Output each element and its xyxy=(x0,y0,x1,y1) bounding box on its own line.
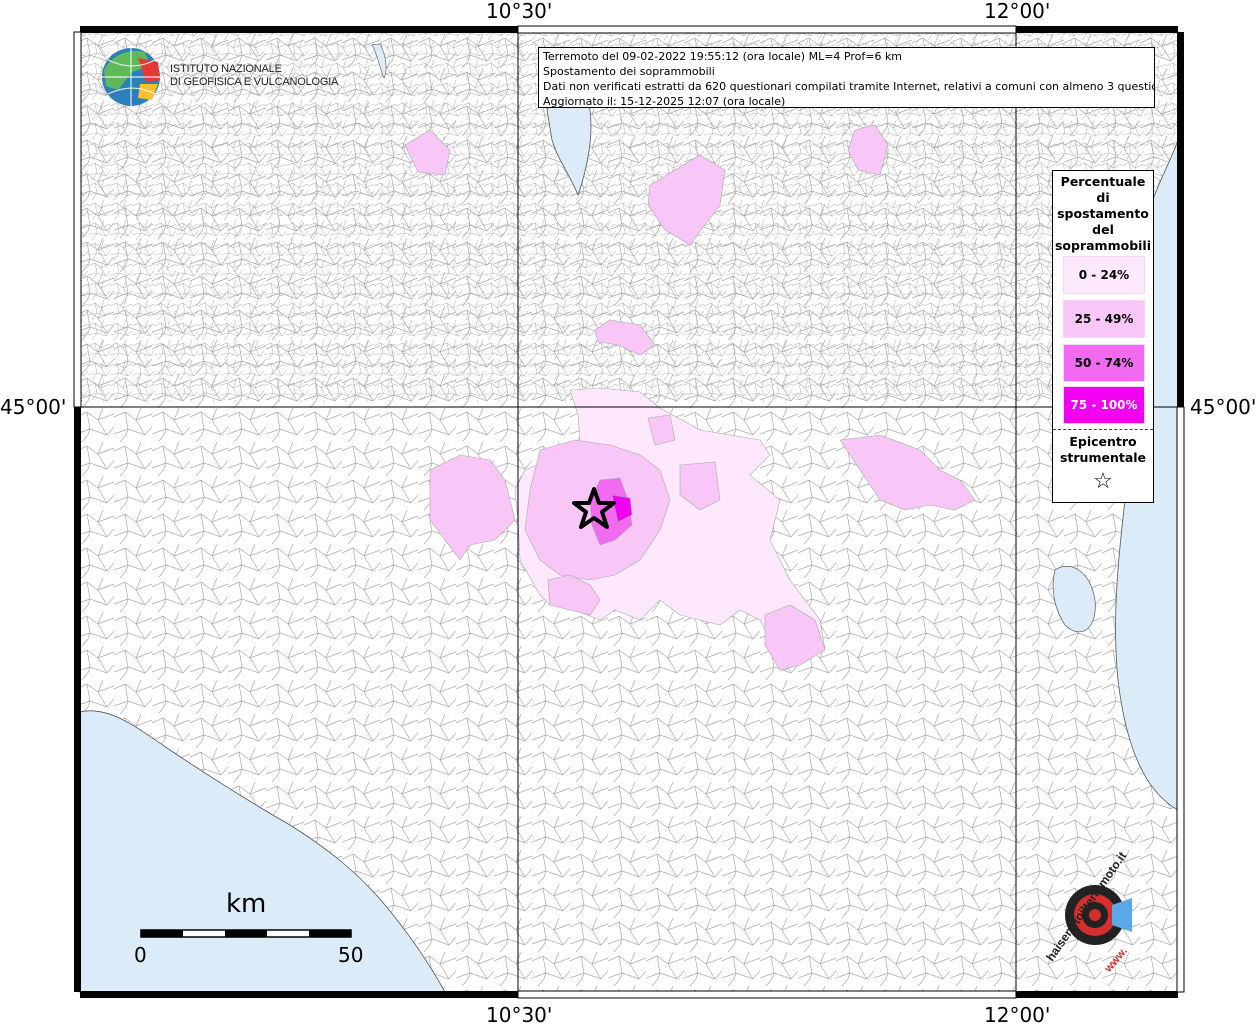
lon-label-bottom-1030: 10°30' xyxy=(486,1003,553,1027)
legend-epicenter-line: strumentale xyxy=(1059,450,1147,465)
legend-title-line: soprammobili xyxy=(1054,238,1151,253)
legend-item-75-100: 75 - 100% xyxy=(1063,386,1145,424)
lat-label-left-4500: 45°00' xyxy=(0,395,67,419)
event-info-line4: Aggiornato il: 15-12-2025 12:07 (ora loc… xyxy=(543,95,786,108)
scale-end: 50 xyxy=(338,943,364,967)
legend-item-25-49: 25 - 49% xyxy=(1063,300,1145,338)
legend-item-50-74: 50 - 74% xyxy=(1063,344,1145,382)
ingv-logo-line2: DI GEOFISICA E VULCANOLOGIA xyxy=(170,76,339,88)
legend-star-icon: ☆ xyxy=(1093,469,1113,494)
scale-unit: km xyxy=(226,889,267,919)
event-info-line1: Terremoto del 09-02-2022 19:55:12 (ora l… xyxy=(543,50,903,63)
legend-epicenter-label: Epicentro strumentale xyxy=(1053,434,1153,466)
event-info-line3: Dati non verificati estratti da 620 ques… xyxy=(543,80,1155,93)
ingv-logo-line1: ISTITUTO NAZIONALE xyxy=(170,63,282,75)
ingv-logo-text: ISTITUTO NAZIONALE DI GEOFISICA E VULCAN… xyxy=(170,63,338,89)
legend-title-line: Percentuale xyxy=(1060,174,1146,189)
hst-badge-www: www. xyxy=(1102,945,1130,975)
legend-item-0-24: 0 - 24% xyxy=(1063,256,1145,294)
lat-label-right-4500: 45°00' xyxy=(1190,395,1256,419)
legend-divider xyxy=(1053,429,1153,430)
legend-title-line: spostamento xyxy=(1057,206,1149,221)
legend-panel: Percentuale di spostamento del soprammob… xyxy=(1052,170,1154,503)
lon-label-bottom-1200: 12°00' xyxy=(984,1003,1051,1027)
hst-badge[interactable]: haisentitoilterremoto.it www. xyxy=(1034,849,1158,978)
hst-badge-text: haisentitoilterremoto.it xyxy=(1043,849,1130,964)
event-info-line2: Spostamento dei soprammobili xyxy=(543,65,715,78)
ingv-logo-icon xyxy=(102,48,160,106)
scale-start: 0 xyxy=(134,943,147,967)
event-info-box: Terremoto del 09-02-2022 19:55:12 (ora l… xyxy=(538,47,1155,108)
legend-title-line: del xyxy=(1092,222,1114,237)
legend-title-line: di xyxy=(1096,190,1110,205)
legend-title: Percentuale di spostamento del soprammob… xyxy=(1053,174,1153,254)
lon-label-top-1200: 12°00' xyxy=(984,0,1051,23)
lon-label-top-1030: 10°30' xyxy=(486,0,553,23)
legend-epicenter-line: Epicentro xyxy=(1069,434,1137,449)
